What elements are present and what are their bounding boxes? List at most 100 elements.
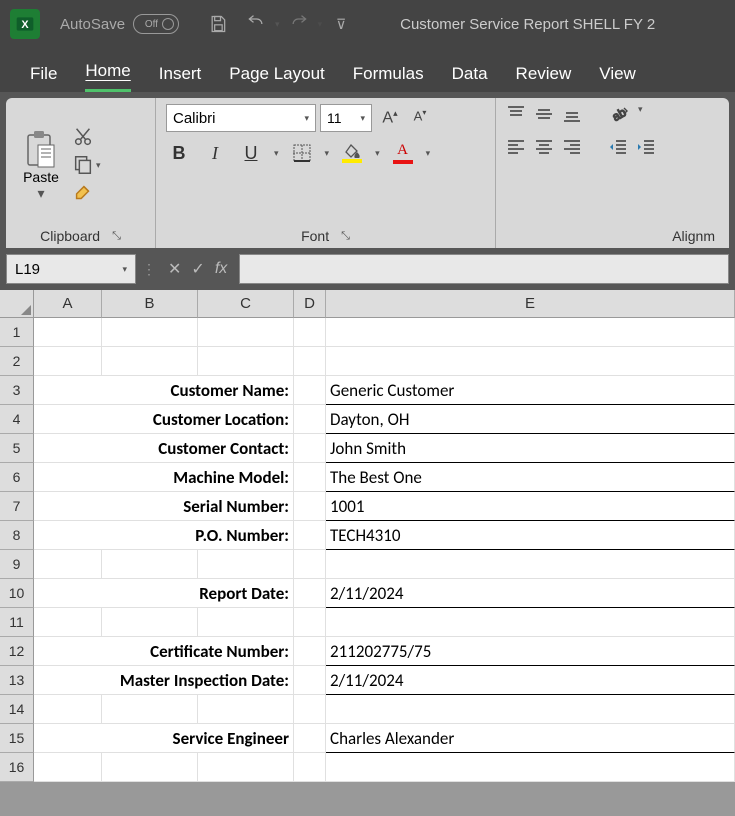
underline-button[interactable]: U (238, 140, 264, 166)
italic-button[interactable]: I (202, 140, 228, 166)
form-value[interactable]: 211202775/75 (326, 637, 735, 666)
format-painter-button[interactable] (72, 182, 101, 204)
form-value[interactable]: The Best One (326, 463, 735, 492)
qat-customize-icon[interactable]: ⊽ (330, 13, 352, 35)
paste-button[interactable]: Paste ▾ (16, 129, 66, 202)
form-label[interactable]: Machine Model: (34, 463, 294, 492)
group-alignment: ab▾ Alignm (496, 98, 729, 248)
autosave-toggle[interactable]: Off (133, 14, 179, 34)
clipboard-group-label: Clipboard (40, 228, 100, 244)
row-header-5[interactable]: 5 (0, 434, 34, 463)
font-size-select[interactable]: 11▾ (320, 104, 372, 132)
row-header-4[interactable]: 4 (0, 405, 34, 434)
borders-button[interactable] (289, 140, 315, 166)
ribbon: Paste ▾ ▾ Clipboard ⤡ Calibri▾ 11▾ A▴ A▾ (6, 98, 729, 248)
row-header-1[interactable]: 1 (0, 318, 34, 347)
cancel-formula-icon[interactable]: ✕ (168, 259, 181, 279)
undo-icon[interactable] (245, 13, 267, 35)
form-value[interactable]: John Smith (326, 434, 735, 463)
align-top-button[interactable] (506, 104, 526, 129)
tab-review[interactable]: Review (516, 64, 572, 92)
form-label[interactable]: Report Date: (34, 579, 294, 608)
align-middle-button[interactable] (534, 104, 554, 129)
document-title: Customer Service Report SHELL FY 2 (400, 16, 655, 33)
svg-text:ab: ab (610, 105, 629, 124)
font-dialog-launcher[interactable]: ⤡ (341, 230, 350, 243)
form-label[interactable]: Service Engineer (34, 724, 294, 753)
redo-dropdown[interactable]: ▾ (318, 19, 323, 30)
form-value[interactable]: 2/11/2024 (326, 579, 735, 608)
row-header-13[interactable]: 13 (0, 666, 34, 695)
column-header-D[interactable]: D (294, 290, 326, 318)
form-label[interactable]: Master Inspection Date: (34, 666, 294, 695)
font-group-label: Font (301, 228, 329, 244)
form-label[interactable]: Certificate Number: (34, 637, 294, 666)
row-header-2[interactable]: 2 (0, 347, 34, 376)
select-all-corner[interactable] (0, 290, 34, 318)
formula-bar: L19▾ ⋮ ✕ ✓ fx (0, 248, 735, 290)
group-clipboard: Paste ▾ ▾ Clipboard ⤡ (6, 98, 156, 248)
increase-font-button[interactable]: A▴ (376, 108, 404, 127)
row-header-11[interactable]: 11 (0, 608, 34, 637)
row-header-10[interactable]: 10 (0, 579, 34, 608)
column-header-E[interactable]: E (326, 290, 735, 318)
orientation-button[interactable]: ab (608, 104, 630, 129)
formula-input[interactable] (239, 254, 729, 284)
form-value[interactable]: Charles Alexander (326, 724, 735, 753)
bold-button[interactable]: B (166, 140, 192, 166)
enter-formula-icon[interactable]: ✓ (191, 259, 204, 279)
column-header-B[interactable]: B (102, 290, 198, 318)
row-header-12[interactable]: 12 (0, 637, 34, 666)
form-value[interactable]: Dayton, OH (326, 405, 735, 434)
save-icon[interactable] (207, 13, 229, 35)
decrease-font-button[interactable]: A▾ (406, 108, 434, 127)
align-right-button[interactable] (562, 137, 582, 162)
copy-button[interactable]: ▾ (72, 154, 101, 176)
row-header-16[interactable]: 16 (0, 753, 34, 782)
form-value[interactable]: Generic Customer (326, 376, 735, 405)
form-label[interactable]: Customer Contact: (34, 434, 294, 463)
form-value[interactable]: 2/11/2024 (326, 666, 735, 695)
cut-button[interactable] (72, 126, 101, 148)
tab-file[interactable]: File (30, 64, 57, 92)
column-header-C[interactable]: C (198, 290, 294, 318)
column-header-A[interactable]: A (34, 290, 102, 318)
ribbon-tabs: File Home Insert Page Layout Formulas Data Rev… (0, 48, 735, 92)
excel-app-icon: X (10, 9, 40, 39)
align-bottom-button[interactable] (562, 104, 582, 129)
fx-icon[interactable]: fx (215, 260, 227, 278)
form-value[interactable]: 1001 (326, 492, 735, 521)
form-value[interactable]: TECH4310 (326, 521, 735, 550)
tab-page-layout[interactable]: Page Layout (229, 64, 324, 92)
tab-data[interactable]: Data (452, 64, 488, 92)
row-header-14[interactable]: 14 (0, 695, 34, 724)
tab-insert[interactable]: Insert (159, 64, 202, 92)
row-header-7[interactable]: 7 (0, 492, 34, 521)
font-color-button[interactable]: A (390, 140, 416, 166)
align-left-button[interactable] (506, 137, 526, 162)
undo-dropdown[interactable]: ▾ (275, 19, 280, 30)
form-label[interactable]: Customer Location: (34, 405, 294, 434)
cell-grid[interactable]: Customer Name: Generic Customer Customer L… (34, 318, 735, 782)
tab-formulas[interactable]: Formulas (353, 64, 424, 92)
form-label[interactable]: Serial Number: (34, 492, 294, 521)
tab-view[interactable]: View (599, 64, 636, 92)
row-header-15[interactable]: 15 (0, 724, 34, 753)
row-header-9[interactable]: 9 (0, 550, 34, 579)
row-header-6[interactable]: 6 (0, 463, 34, 492)
row-header-8[interactable]: 8 (0, 521, 34, 550)
fill-color-button[interactable] (339, 140, 365, 166)
form-label[interactable]: P.O. Number: (34, 521, 294, 550)
align-center-button[interactable] (534, 137, 554, 162)
alignment-group-label: Alignm (672, 228, 715, 244)
title-bar: X AutoSave Off ▾ ▾ ⊽ Customer Service Re… (0, 0, 735, 48)
form-label[interactable]: Customer Name: (34, 376, 294, 405)
font-name-select[interactable]: Calibri▾ (166, 104, 316, 132)
tab-home[interactable]: Home (85, 61, 130, 92)
clipboard-dialog-launcher[interactable]: ⤡ (112, 230, 121, 243)
decrease-indent-button[interactable] (608, 137, 628, 162)
row-header-3[interactable]: 3 (0, 376, 34, 405)
redo-icon[interactable] (288, 13, 310, 35)
name-box[interactable]: L19▾ (6, 254, 136, 284)
increase-indent-button[interactable] (636, 137, 656, 162)
